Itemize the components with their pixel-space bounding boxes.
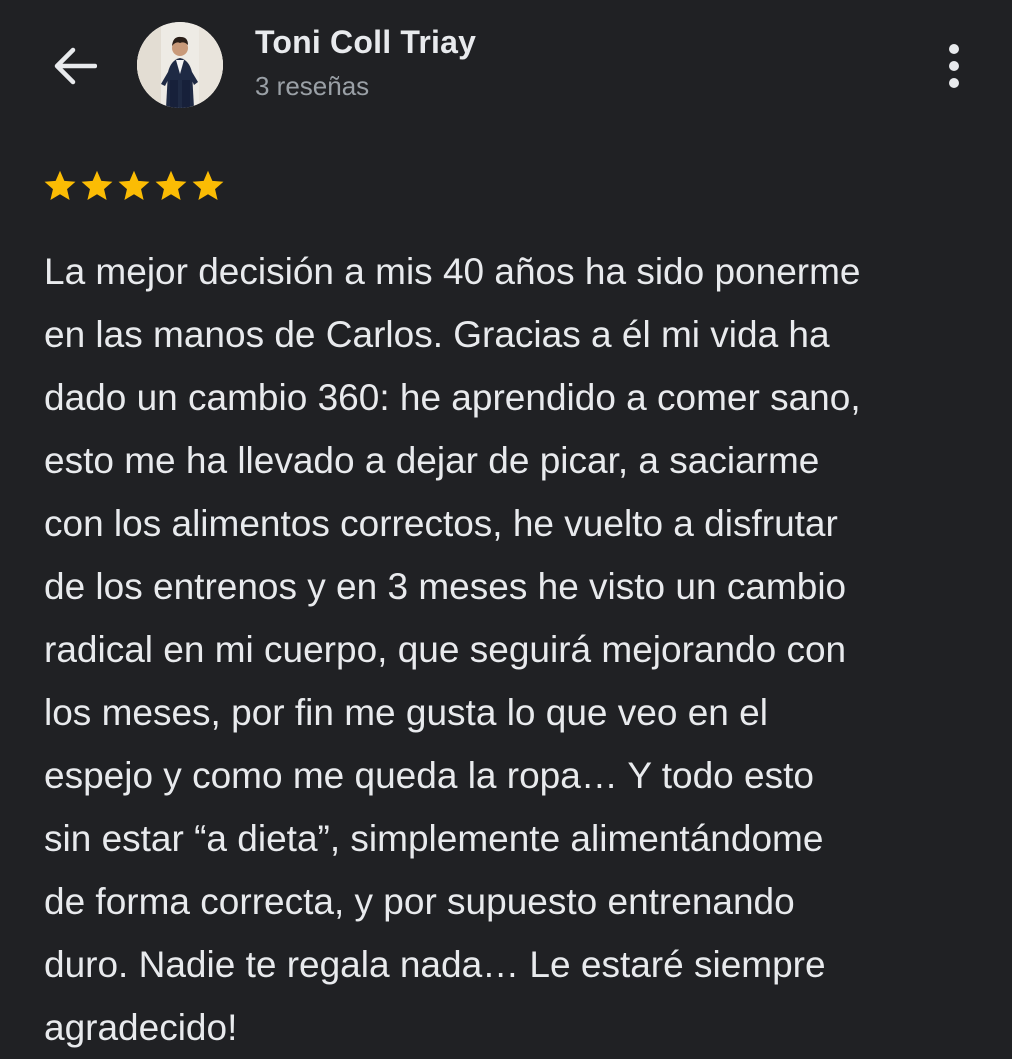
back-button[interactable] (44, 38, 104, 94)
star-icon (44, 170, 76, 200)
avatar[interactable] (137, 22, 223, 108)
star-icon (81, 170, 113, 200)
more-vert-icon (949, 44, 959, 88)
star-rating (42, 168, 226, 204)
review-text: La mejor decisión a mis 40 años ha sido … (44, 251, 861, 1048)
star-icon (155, 170, 187, 200)
arrow-back-icon (54, 47, 97, 85)
avatar-photo (137, 22, 223, 108)
star-icon (118, 170, 150, 200)
reviewer-review-count: 3 reseñas (255, 71, 370, 101)
reviewer-name[interactable]: Toni Coll Triay (255, 24, 476, 61)
review-header: Toni Coll Triay 3 reseñas (0, 0, 1012, 130)
more-options-button[interactable] (928, 36, 980, 96)
star-icon (192, 170, 224, 200)
